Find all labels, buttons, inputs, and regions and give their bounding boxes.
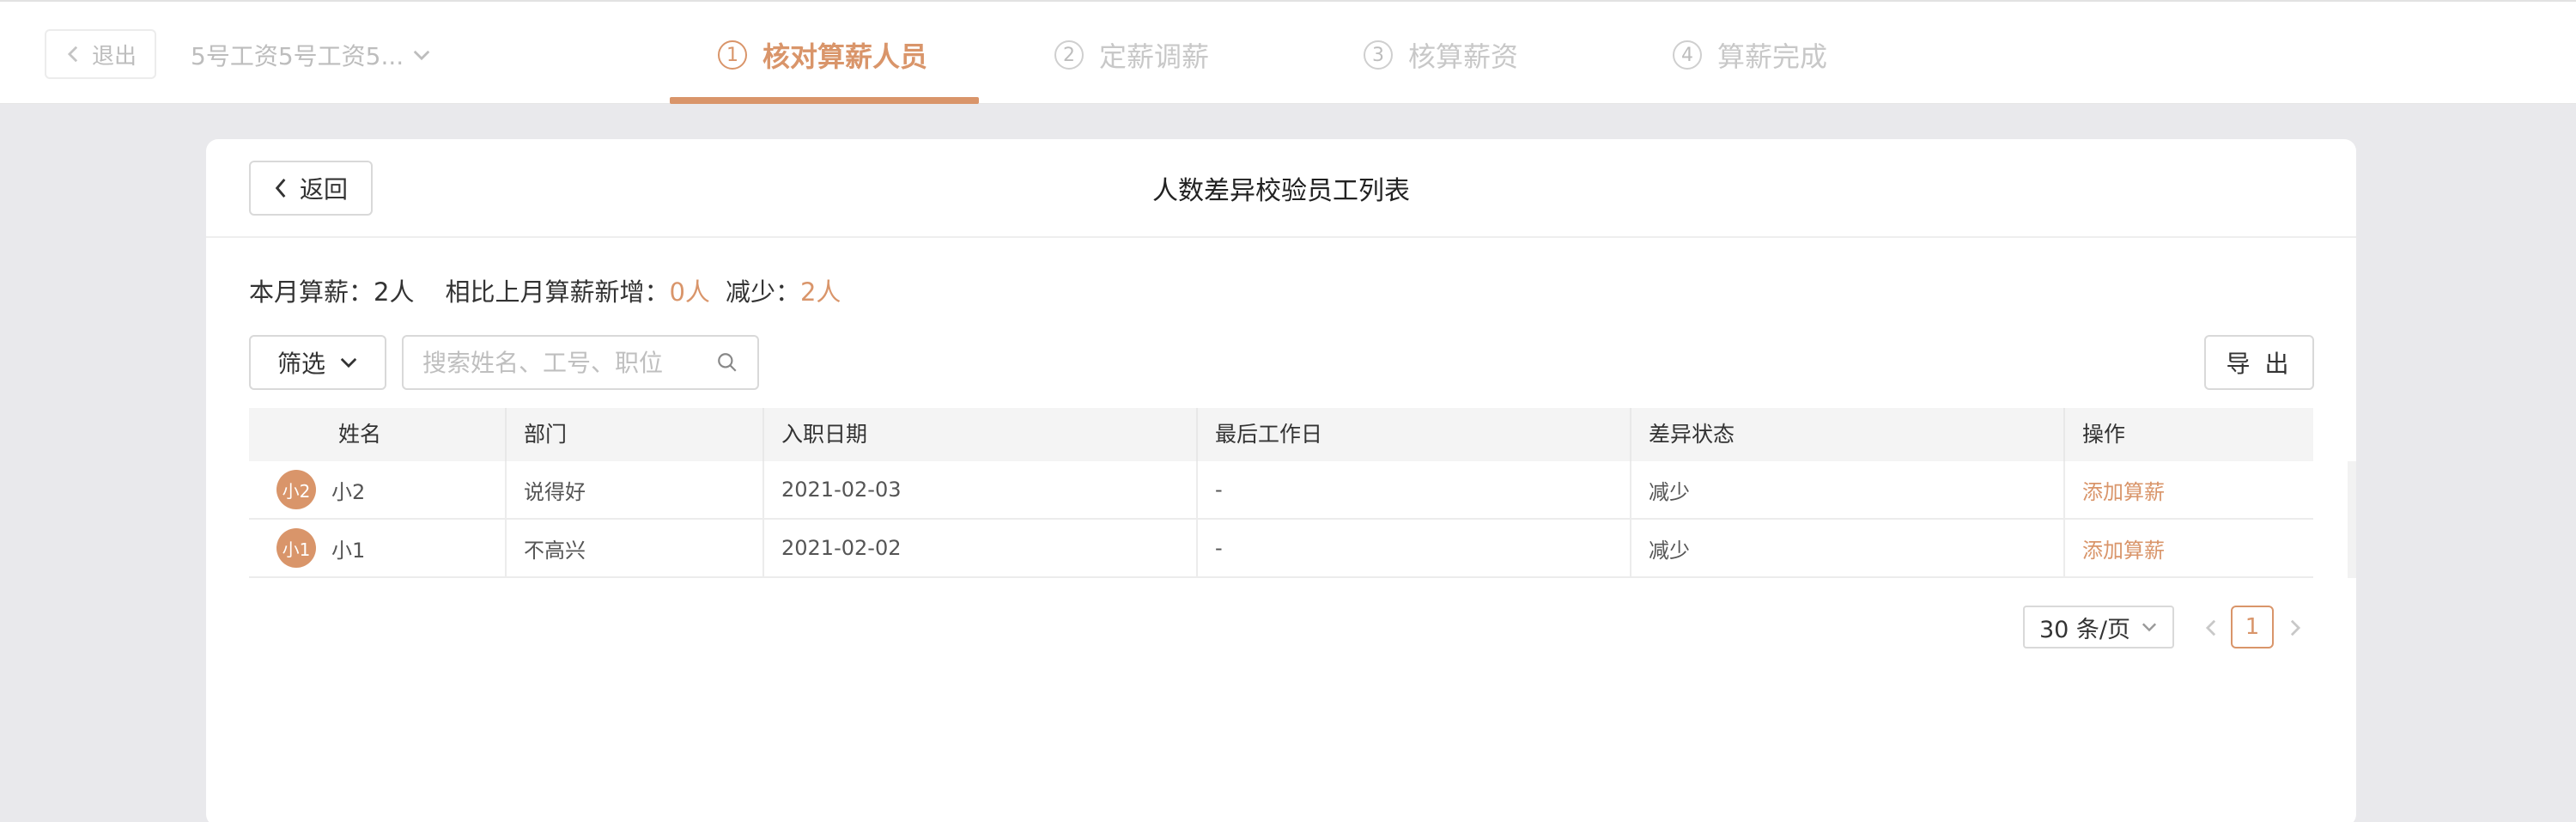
department-cell: 不高兴 <box>507 520 764 576</box>
last-day-cell: - <box>1198 461 1631 518</box>
employee-name: 小1 <box>331 538 366 563</box>
search-input[interactable] <box>422 348 716 377</box>
export-button[interactable]: 导 出 <box>2204 335 2314 390</box>
step-number: 4 <box>1673 40 1702 70</box>
add-to-payroll-link[interactable]: 添加算薪 <box>2082 475 2165 505</box>
added-count: 0人 <box>669 277 710 307</box>
chevron-down-icon <box>413 50 430 61</box>
table-row: 小1 小1 不高兴 2021-02-02 - 减少 添加算薪 <box>249 520 2313 578</box>
compare-label: 相比上月算薪新增： <box>445 277 670 307</box>
current-page-button[interactable]: 1 <box>2231 606 2274 648</box>
monthly-label: 本月算薪： <box>249 277 374 307</box>
step-complete[interactable]: 4 算薪完成 <box>1673 34 1827 76</box>
exit-button[interactable]: 退出 <box>45 29 156 79</box>
column-header-last-day: 最后工作日 <box>1198 408 1631 461</box>
active-step-indicator <box>670 97 979 104</box>
card-header: 返回 人数差异校验员工列表 <box>206 139 2356 238</box>
employee-name: 小2 <box>331 479 366 504</box>
monthly-count: 2人 <box>374 277 415 307</box>
step-label: 算薪完成 <box>1717 40 1828 73</box>
reduced-label: 减少： <box>725 277 800 307</box>
step-number: 1 <box>718 40 747 70</box>
table-header: 姓名 部门 入职日期 最后工作日 差异状态 操作 <box>249 408 2313 461</box>
filter-label: 筛选 <box>276 350 325 378</box>
top-bar: 退出 5号工资5号工资5... 1 核对算薪人员 2 定薪调薪 3 核算薪资 4… <box>0 0 2576 104</box>
step-label: 定薪调薪 <box>1099 40 1210 73</box>
status-cell: 减少 <box>1631 520 2065 576</box>
page-title: 人数差异校验员工列表 <box>1152 176 1410 206</box>
column-header-name: 姓名 <box>249 408 507 461</box>
hire-date-cell: 2021-02-02 <box>764 520 1198 576</box>
step-label: 核对算薪人员 <box>762 40 928 73</box>
search-icon[interactable] <box>716 351 738 374</box>
search-box[interactable] <box>402 335 759 390</box>
table-scrollbar[interactable] <box>2348 461 2356 578</box>
action-cell: 添加算薪 <box>2065 520 2313 576</box>
main-card: 返回 人数差异校验员工列表 本月算薪：2人 相比上月算薪新增：0人 减少：2人 筛选… <box>206 139 2356 822</box>
previous-page-icon[interactable] <box>2205 618 2217 637</box>
chevron-left-icon <box>67 46 78 63</box>
page-size-select[interactable]: 30 条/页 <box>2023 606 2174 648</box>
step-set-salary[interactable]: 2 定薪调薪 <box>1054 34 1209 76</box>
exit-label: 退出 <box>91 43 137 70</box>
page-size-label: 30 条/页 <box>2038 616 2131 643</box>
column-header-action: 操作 <box>2082 422 2126 447</box>
name-cell: 小1 小1 <box>249 520 507 576</box>
avatar: 小2 <box>276 470 316 509</box>
hire-date-cell: 2021-02-03 <box>764 461 1198 518</box>
step-verify-staff[interactable]: 1 核对算薪人员 <box>718 34 927 76</box>
department-cell: 说得好 <box>507 461 764 518</box>
action-cell: 添加算薪 <box>2065 461 2313 518</box>
payroll-name: 5号工资5号工资5... <box>191 42 404 70</box>
employee-table: 姓名 部门 入职日期 最后工作日 差异状态 操作 小2 小2 说得好 2021-… <box>249 408 2356 578</box>
headcount-summary: 本月算薪：2人 相比上月算薪新增：0人 减少：2人 <box>249 272 841 308</box>
last-day-cell: - <box>1198 520 1631 576</box>
payroll-selector[interactable]: 5号工资5号工资5... <box>191 38 431 72</box>
step-label: 核算薪资 <box>1408 40 1519 73</box>
column-header-hire-date: 入职日期 <box>764 408 1198 461</box>
chevron-down-icon <box>340 357 357 368</box>
chevron-down-icon <box>2142 623 2157 632</box>
status-cell: 减少 <box>1631 461 2065 518</box>
name-cell: 小2 小2 <box>249 461 507 518</box>
next-page-icon[interactable] <box>2289 618 2301 637</box>
step-number: 2 <box>1054 40 1084 70</box>
add-to-payroll-link[interactable]: 添加算薪 <box>2082 533 2165 563</box>
avatar: 小1 <box>276 528 316 568</box>
step-number: 3 <box>1364 40 1393 70</box>
column-header-status: 差异状态 <box>1631 408 2065 461</box>
column-header-department: 部门 <box>507 408 764 461</box>
step-calculate-salary[interactable]: 3 核算薪资 <box>1364 34 1518 76</box>
reduced-count: 2人 <box>799 277 841 307</box>
table-row: 小2 小2 说得好 2021-02-03 - 减少 添加算薪 <box>249 461 2313 520</box>
filter-button[interactable]: 筛选 <box>249 335 386 390</box>
